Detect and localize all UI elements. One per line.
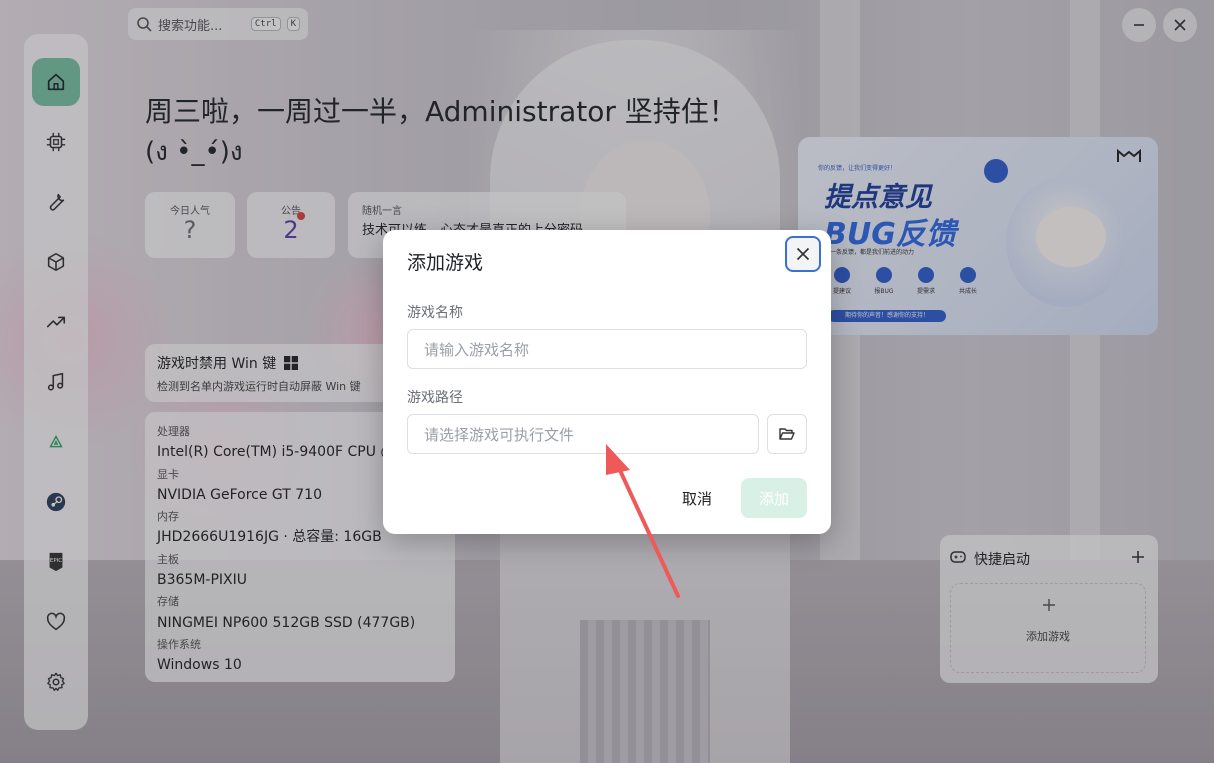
- add-game-dialog: 添加游戏 游戏名称 请输入游戏名称 游戏路径 请选择游戏可执行文件 取消 添加: [383, 230, 831, 534]
- folder-open-icon: [779, 428, 795, 440]
- game-path-input[interactable]: 请选择游戏可执行文件: [407, 414, 759, 454]
- game-path-placeholder: 请选择游戏可执行文件: [424, 425, 575, 444]
- add-button[interactable]: 添加: [741, 478, 807, 518]
- game-name-input[interactable]: 请输入游戏名称: [407, 329, 807, 369]
- close-icon: [796, 247, 810, 261]
- browse-folder-button[interactable]: [767, 414, 807, 454]
- dialog-title: 添加游戏: [407, 252, 484, 274]
- dialog-close-button[interactable]: [785, 236, 821, 272]
- game-name-placeholder: 请输入游戏名称: [424, 340, 530, 359]
- cancel-button[interactable]: 取消: [671, 478, 723, 518]
- game-path-label: 游戏路径: [407, 390, 463, 406]
- game-name-label: 游戏名称: [407, 305, 463, 321]
